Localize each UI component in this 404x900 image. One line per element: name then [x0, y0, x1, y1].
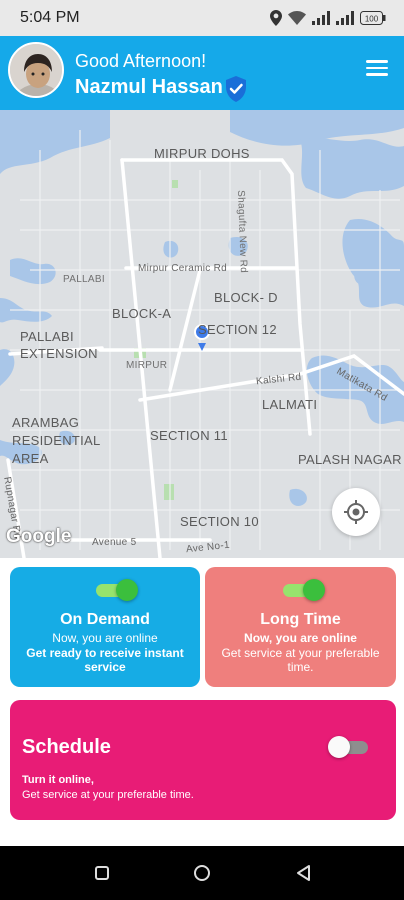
map-label: SECTION 11 [150, 428, 228, 443]
map-view[interactable]: MIRPUR DOHS Shagufta New Rd Mirpur Ceram… [0, 110, 404, 558]
wifi-icon [288, 11, 306, 25]
home-icon[interactable] [192, 863, 212, 883]
battery-level: 100 [365, 15, 379, 24]
on-demand-card[interactable]: On Demand Now, you are online Get ready … [10, 567, 200, 687]
long-time-card[interactable]: Long Time Now, you are online Get servic… [205, 567, 396, 687]
on-demand-description: Get ready to receive instant service [26, 646, 184, 674]
hamburger-menu-icon[interactable] [366, 60, 388, 76]
road-label: Mirpur Ceramic Rd [138, 263, 228, 274]
long-time-description: Get service at your preferable time. [221, 646, 380, 674]
map-label: PALLABI EXTENSION [20, 329, 98, 361]
on-demand-status: Now, you are online [52, 631, 158, 645]
schedule-description: Get service at your preferable time. [22, 789, 194, 801]
map-label: PALASH NAGAR [298, 452, 402, 467]
map-label: SECTION 12 [198, 322, 277, 337]
on-demand-title: On Demand [60, 611, 150, 628]
long-time-toggle[interactable] [281, 579, 325, 601]
map-label: SECTION 10 [180, 514, 259, 529]
map-label: ARAMBAG RESIDENTIAL AREA [12, 415, 101, 466]
recents-icon[interactable] [92, 863, 112, 883]
signal-icon [312, 11, 330, 25]
avatar[interactable] [8, 42, 64, 98]
schedule-toggle[interactable] [328, 736, 372, 758]
location-icon [270, 10, 282, 26]
battery-icon: 100 [360, 11, 386, 25]
system-nav-bar [0, 846, 404, 900]
user-name: Nazmul Hassan [75, 76, 223, 98]
schedule-title: Schedule [22, 736, 111, 758]
map-label: BLOCK-A [112, 306, 172, 321]
back-icon[interactable] [294, 863, 314, 883]
map-label: LALMATI [262, 397, 318, 412]
verified-badge-icon [226, 76, 246, 102]
my-location-icon [344, 500, 368, 524]
my-location-button[interactable] [332, 488, 380, 536]
long-time-title: Long Time [260, 611, 341, 628]
status-bar: 5:04 PM 100 [0, 0, 404, 36]
app-header: Good Afternoon! Nazmul Hassan [0, 36, 404, 110]
greeting-text: Good Afternoon! [75, 51, 207, 71]
map-label: MIRPUR DOHS [154, 146, 250, 161]
map-label: MIRPUR [126, 360, 168, 371]
google-logo: Google [6, 526, 72, 547]
map-label: BLOCK- D [214, 290, 278, 305]
schedule-status: Turn it online, [22, 774, 94, 786]
status-time: 5:04 PM [20, 9, 80, 26]
status-icons: 100 [270, 10, 386, 26]
on-demand-toggle[interactable] [94, 579, 138, 601]
long-time-status: Now, you are online [244, 631, 357, 645]
road-label: Avenue 5 [92, 537, 137, 548]
map-label: PALLABI [63, 274, 105, 285]
signal-icon-2 [336, 11, 354, 25]
schedule-card[interactable]: Schedule Turn it online, Get service at … [10, 700, 396, 820]
